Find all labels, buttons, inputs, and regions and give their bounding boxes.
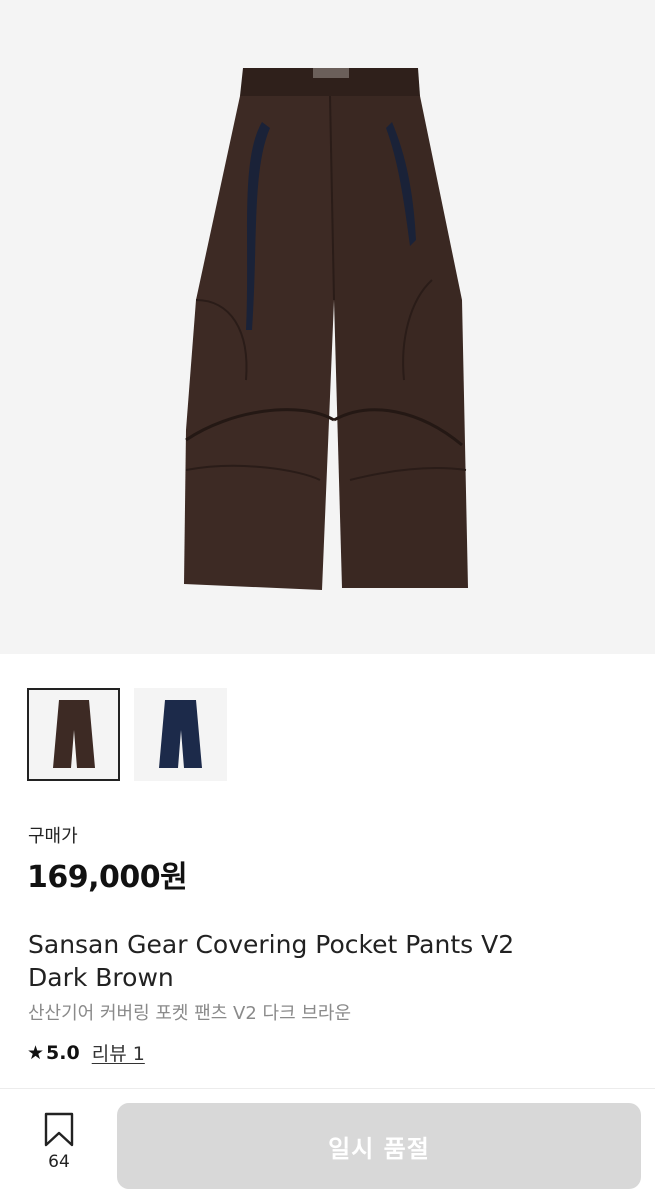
product-title-ko: 산산기어 커버링 포켓 팬츠 V2 다크 브라운 [28,1003,352,1024]
divider [0,1088,655,1089]
rating-score: 5.0 [46,1041,80,1064]
star-icon: ★ [27,1041,45,1064]
pants-thumb-navy-image [159,700,202,768]
price: 169,000원 [27,860,188,895]
pants-image [184,68,468,590]
price-label: 구매가 [28,826,78,847]
bookmark-button[interactable]: 64 [28,1112,90,1178]
thumbnail-strip [27,688,227,781]
bookmark-icon [44,1112,74,1147]
thumbnail-dark-brown[interactable] [27,688,120,781]
soldout-button[interactable]: 일시 품절 [117,1103,641,1189]
pants-thumb-brown-image [53,700,95,768]
rating: ★ 5.0 리뷰 1 [27,1039,145,1066]
product-title-en-line1: Sansan Gear Covering Pocket Pants V2 [28,930,515,959]
thumbnail-navy[interactable] [134,688,227,781]
product-title-en: Sansan Gear Covering Pocket Pants V2 Dar… [28,928,628,994]
review-link[interactable]: 리뷰 1 [92,1039,145,1066]
bookmark-count: 64 [48,1152,70,1172]
product-title-en-line2: Dark Brown [28,963,174,992]
product-hero-image [0,0,655,654]
